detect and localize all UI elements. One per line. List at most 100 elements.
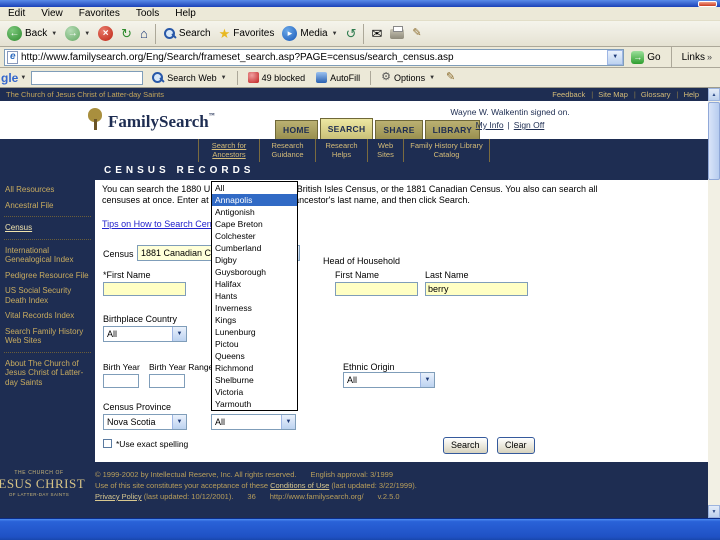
census-province-label: Census Province xyxy=(103,402,172,412)
feedback-link[interactable]: Feedback xyxy=(552,90,585,99)
sidebar-item-pedigree-resource-file[interactable]: Pedigree Resource File xyxy=(0,268,95,284)
county-option[interactable]: Cumberland xyxy=(212,242,297,254)
nav-search-for-ancestors[interactable]: Search for Ancestors xyxy=(198,139,260,162)
county-value: All xyxy=(215,417,226,427)
ethnic-origin-select[interactable]: All ▼ xyxy=(343,372,435,388)
sign-off-link[interactable]: Sign Off xyxy=(514,120,545,130)
account-links: My Info | Sign Off xyxy=(475,120,545,130)
county-option[interactable]: Victoria xyxy=(212,386,297,398)
nav-library-catalog[interactable]: Family History Library Catalog xyxy=(404,139,490,162)
highlight-button[interactable]: ✎ xyxy=(443,69,458,87)
links-toolbar[interactable]: Links » xyxy=(678,52,716,63)
autofill-button[interactable]: AutoFill xyxy=(313,69,363,87)
tab-home[interactable]: HOME xyxy=(275,120,318,139)
print-button[interactable] xyxy=(386,25,408,41)
menu-favorites[interactable]: Favorites xyxy=(71,8,128,19)
sidebar-item-vital-records-index[interactable]: Vital Records Index xyxy=(0,308,95,324)
options-button[interactable]: ⚙ Options ▼ xyxy=(378,69,438,87)
clear-button[interactable]: Clear xyxy=(497,437,535,454)
county-option-highlighted[interactable]: Annapolis xyxy=(212,194,297,206)
exact-spelling-label: *Use exact spelling xyxy=(116,439,189,449)
menu-view[interactable]: View xyxy=(33,8,71,19)
menu-help[interactable]: Help xyxy=(167,8,204,19)
county-option[interactable]: Richmond xyxy=(212,362,297,374)
toolbar-separator xyxy=(154,23,156,44)
sidebar-item-ss-death-index[interactable]: US Social Security Death Index xyxy=(0,283,95,308)
county-option[interactable]: Colchester xyxy=(212,230,297,242)
version-text: v.2.5.0 xyxy=(377,492,400,501)
county-option[interactable]: Digby xyxy=(212,254,297,266)
refresh-button[interactable]: ↻ xyxy=(117,25,136,42)
county-select[interactable]: All ▼ xyxy=(211,414,296,430)
footer-conditions-line: Use of this site constitutes your accept… xyxy=(95,480,417,491)
popup-blocker-button[interactable]: 49 blocked xyxy=(245,69,309,87)
first-name-input[interactable] xyxy=(103,282,186,296)
forward-button[interactable]: → ▼ xyxy=(61,24,94,43)
scrollbar-thumb[interactable] xyxy=(708,102,720,180)
address-dropdown-icon[interactable]: ▼ xyxy=(607,49,624,65)
county-option[interactable]: Antigonish xyxy=(212,206,297,218)
scroll-down-button[interactable]: ▼ xyxy=(708,505,720,518)
glossary-link[interactable]: Glossary xyxy=(634,90,671,99)
county-option[interactable]: Cape Breton xyxy=(212,218,297,230)
search-web-button[interactable]: Search Web ▼ xyxy=(148,69,229,87)
county-option[interactable]: Shelburne xyxy=(212,374,297,386)
chevron-icon: » xyxy=(706,52,712,62)
favorites-button[interactable]: ★ Favorites xyxy=(215,25,279,42)
sidebar-item-search-web-sites[interactable]: Search Family History Web Sites xyxy=(0,324,95,349)
media-button[interactable]: ▸ Media ▼ xyxy=(278,24,341,43)
county-option[interactable]: Lunenburg xyxy=(212,326,297,338)
conditions-of-use-link[interactable]: Conditions of Use xyxy=(270,481,329,490)
county-option[interactable]: Yarmouth xyxy=(212,398,297,410)
menu-edit[interactable]: Edit xyxy=(0,8,33,19)
county-option[interactable]: All xyxy=(212,182,297,194)
vertical-scrollbar[interactable]: ▲ ▼ xyxy=(708,88,720,518)
privacy-policy-link[interactable]: Privacy Policy xyxy=(95,492,142,501)
address-input[interactable] xyxy=(21,49,608,65)
tab-search[interactable]: SEARCH xyxy=(319,118,374,139)
county-option[interactable]: Pictou xyxy=(212,338,297,350)
county-option[interactable]: Queens xyxy=(212,350,297,362)
signed-on-block: Wayne W. Walkentin signed on. My Info | Si… xyxy=(415,107,605,130)
hoh-first-name-input[interactable] xyxy=(335,282,418,296)
help-link[interactable]: Help xyxy=(677,90,699,99)
google-search-input[interactable] xyxy=(31,70,144,85)
mail-button[interactable]: ✉ xyxy=(367,25,386,42)
my-info-link[interactable]: My Info xyxy=(476,120,504,130)
county-option[interactable]: Kings xyxy=(212,314,297,326)
sidebar-item-about-church[interactable]: About The Church of Jesus Christ of Latt… xyxy=(0,356,95,391)
nav-research-helps[interactable]: Research Helps xyxy=(316,139,368,162)
go-button[interactable]: → Go xyxy=(627,50,664,64)
site-map-link[interactable]: Site Map xyxy=(591,90,628,99)
birth-year-input[interactable] xyxy=(103,374,139,388)
copyright-text: © 1999-2002 by Intellectual Reserve, Inc… xyxy=(95,470,297,479)
menu-tools[interactable]: Tools xyxy=(128,8,167,19)
birthplace-country-select[interactable]: All ▼ xyxy=(103,326,187,342)
gear-icon: ⚙ xyxy=(381,71,392,83)
back-button[interactable]: ← Back ▼ xyxy=(3,24,61,43)
sidebar-item-census[interactable]: Census xyxy=(0,220,95,236)
search-toolbar-button[interactable]: Search xyxy=(159,25,215,42)
sidebar-item-ancestral-file[interactable]: Ancestral File xyxy=(0,198,95,214)
county-option[interactable]: Hants xyxy=(212,290,297,302)
stop-button[interactable]: × xyxy=(94,24,117,43)
county-option[interactable]: Inverness xyxy=(212,302,297,314)
nav-research-guidance[interactable]: Research Guidance xyxy=(260,139,316,162)
scroll-up-button[interactable]: ▲ xyxy=(708,88,720,101)
history-button[interactable]: ↺ xyxy=(342,25,361,42)
exact-spelling-checkbox[interactable] xyxy=(103,439,112,448)
birth-year-range-input[interactable] xyxy=(149,374,185,388)
page-footer: THE CHURCH OF JESUS CHRIST OF LATTER-DAY… xyxy=(0,462,708,518)
search-button[interactable]: Search xyxy=(443,437,488,454)
sidebar-item-all-resources[interactable]: All Resources xyxy=(0,182,95,198)
google-logo[interactable]: gle ▼ xyxy=(1,71,26,85)
edit-page-button[interactable]: ✎ xyxy=(408,26,425,41)
county-option[interactable]: Guysborough xyxy=(212,266,297,278)
hoh-last-name-input[interactable] xyxy=(425,282,528,296)
county-option[interactable]: Halifax xyxy=(212,278,297,290)
familysearch-logo[interactable]: FamilySearch™ xyxy=(86,108,215,130)
province-select[interactable]: Nova Scotia ▼ xyxy=(103,414,187,430)
home-button[interactable]: ⌂ xyxy=(136,25,152,42)
nav-web-sites[interactable]: Web Sites xyxy=(368,139,404,162)
sidebar-item-igi[interactable]: International Genealogical Index xyxy=(0,243,95,268)
